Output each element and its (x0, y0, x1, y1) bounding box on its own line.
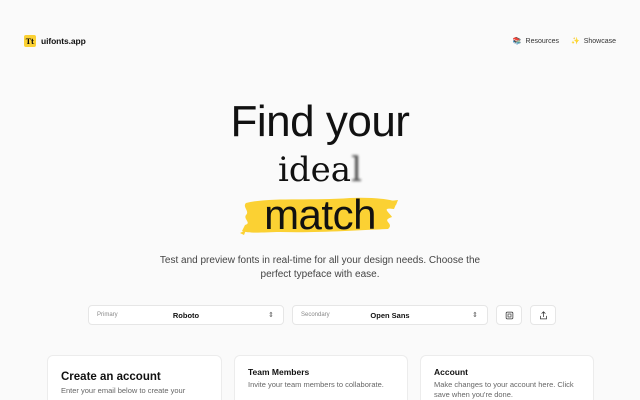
logo-mark-icon: Tt (24, 35, 36, 47)
card-text: Make changes to your account here. Click… (434, 380, 574, 399)
nav-link-label: Resources (525, 37, 559, 45)
card-title: Team Members (248, 367, 310, 377)
swap-icon (505, 311, 513, 319)
hero: Find your ideal match (0, 98, 640, 242)
primary-font-select[interactable]: Primary Roboto ⇕ (88, 305, 284, 325)
logo[interactable]: Tt uifonts.app (24, 35, 86, 47)
sparkle-icon: ✨ (570, 38, 580, 45)
team-members-card: Team Members Invite your team members to… (234, 355, 408, 400)
primary-font-value: Roboto (172, 310, 200, 320)
hero-description: Test and preview fonts in real-time for … (159, 255, 481, 280)
share-button[interactable] (530, 305, 556, 325)
book-icon: 📚 (512, 38, 522, 45)
card-text: Invite your team members to collaborate. (248, 380, 384, 389)
hero-title-line2: ideal (278, 150, 362, 190)
secondary-font-value: Open Sans (370, 310, 410, 320)
card-title: Account (434, 367, 468, 377)
feature-cards: Create an account Enter your email below… (47, 355, 594, 400)
hero-title-blurred: l (351, 150, 362, 190)
top-nav: Tt uifonts.app 📚 Resources ✨ Showcase (0, 0, 640, 82)
hero-title-line3: match (0, 190, 640, 242)
font-controls: Primary Roboto ⇕ Secondary Open Sans ⇕ (88, 305, 556, 325)
nav-link-showcase[interactable]: ✨ Showcase (570, 37, 616, 46)
hero-title-line1: Find your (230, 97, 410, 146)
card-text: Enter your email below to create your (61, 386, 186, 395)
account-card: Account Make changes to your account her… (420, 355, 594, 400)
nav-link-resources[interactable]: 📚 Resources (512, 37, 559, 46)
brand-name: uifonts.app (41, 36, 86, 46)
share-icon (539, 310, 547, 319)
nav-links: 📚 Resources ✨ Showcase (512, 37, 616, 46)
create-account-card: Create an account Enter your email below… (47, 355, 222, 400)
hero-title-match: match (264, 191, 376, 238)
hero-title-clear: idea (278, 150, 352, 190)
chevron-up-down-icon: ⇕ (472, 312, 478, 319)
chevron-up-down-icon: ⇕ (268, 312, 274, 319)
nav-link-label: Showcase (583, 37, 616, 45)
swap-fonts-button[interactable] (496, 305, 522, 325)
secondary-font-select[interactable]: Secondary Open Sans ⇕ (292, 305, 488, 325)
card-title: Create an account (61, 371, 161, 383)
